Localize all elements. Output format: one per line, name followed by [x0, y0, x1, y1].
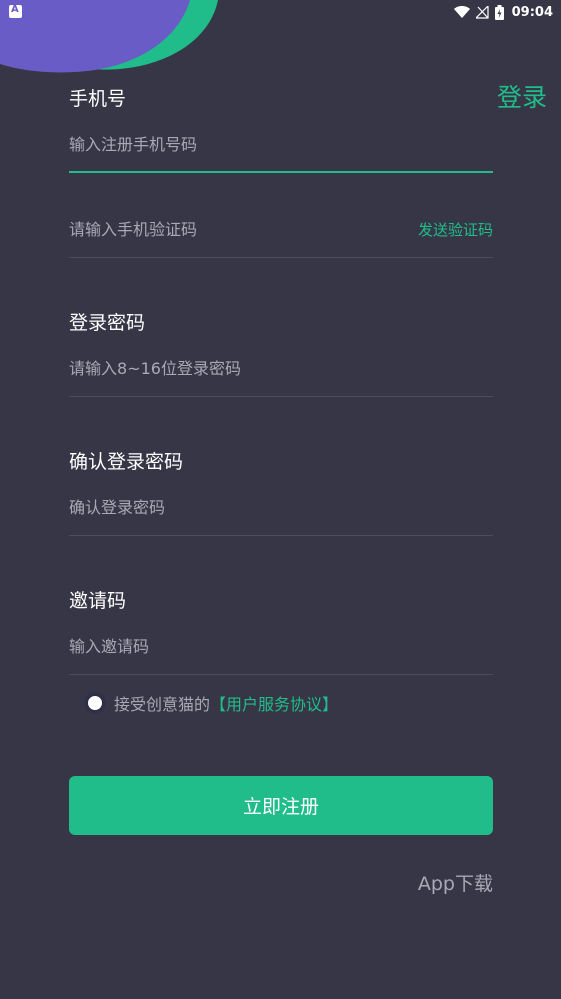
- register-button[interactable]: 立即注册: [69, 776, 493, 835]
- phone-underline: [69, 171, 493, 173]
- invite-field-wrap: [69, 626, 493, 666]
- verification-code-input[interactable]: [69, 209, 399, 249]
- agreement-text: 接受创意猫的: [114, 695, 211, 714]
- invite-code-input[interactable]: [69, 626, 493, 666]
- agreement-row: 接受创意猫的 【用户服务协议】: [86, 690, 338, 716]
- password-label: 登录密码: [69, 312, 146, 334]
- status-icons: 09:04: [453, 3, 553, 21]
- phone-field-wrap: [69, 124, 493, 164]
- confirm-field-wrap: [69, 487, 493, 527]
- invite-underline: [69, 674, 493, 675]
- status-bar: A 09:04: [0, 0, 561, 24]
- send-code-button[interactable]: 发送验证码: [418, 219, 493, 240]
- code-field-wrap: [69, 209, 399, 249]
- wifi-icon: [453, 5, 470, 18]
- login-link[interactable]: 登录: [497, 78, 547, 114]
- app-notification-icon: A: [9, 4, 22, 18]
- code-underline: [69, 257, 493, 258]
- password-field-wrap: [69, 348, 493, 388]
- agree-radio[interactable]: [86, 694, 104, 712]
- phone-input[interactable]: [69, 124, 493, 164]
- terms-link[interactable]: 【用户服务协议】: [210, 691, 338, 715]
- confirm-underline: [69, 535, 493, 536]
- no-signal-icon: [475, 5, 489, 19]
- confirm-password-label: 确认登录密码: [69, 451, 184, 473]
- clock: 09:04: [511, 4, 553, 20]
- password-input[interactable]: [69, 348, 493, 388]
- register-screen: A 09:04 登录 手机号 发送验证码 登录密码: [0, 0, 561, 999]
- phone-label: 手机号: [69, 88, 127, 110]
- confirm-password-input[interactable]: [69, 487, 493, 527]
- app-download-link[interactable]: App下载: [418, 869, 493, 896]
- battery-charging-icon: [494, 4, 504, 20]
- invite-code-label: 邀请码: [69, 590, 127, 612]
- password-underline: [69, 396, 493, 397]
